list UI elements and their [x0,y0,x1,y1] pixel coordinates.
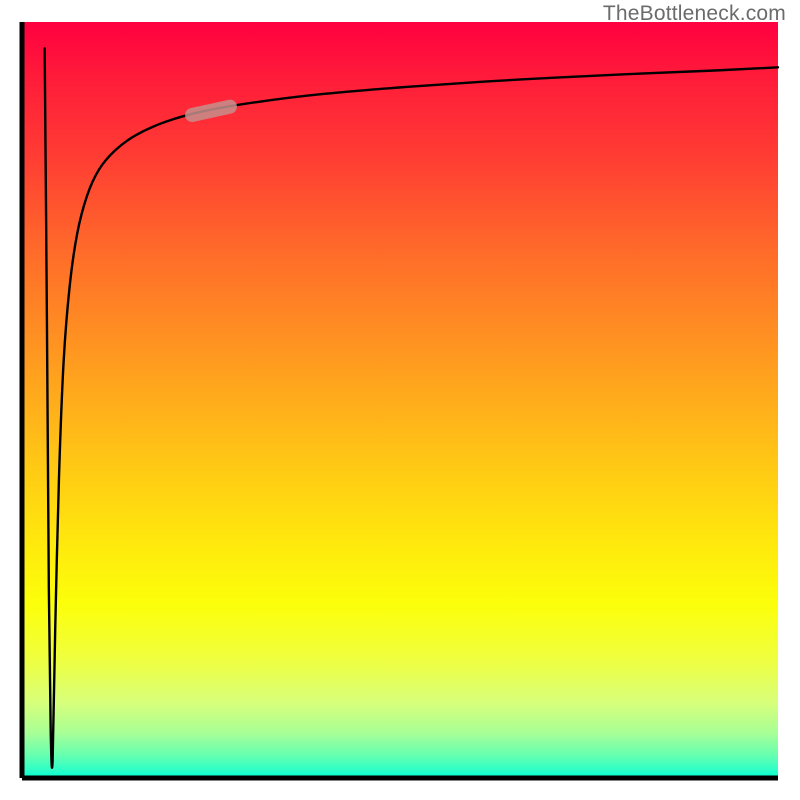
watermark-text: TheBottleneck.com [603,2,786,26]
highlight-segment [192,107,230,115]
bottleneck-curve [45,48,778,767]
chart-frame: TheBottleneck.com [0,0,800,800]
curve-layer [0,0,800,800]
